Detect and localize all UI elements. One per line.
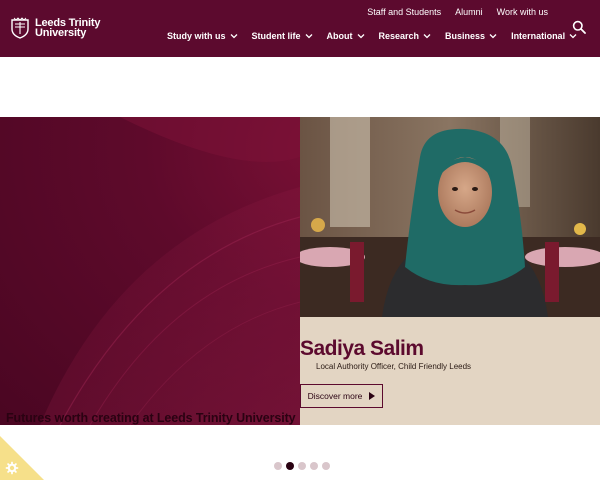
hero-banner: Futures worth creating at Leeds Trinity … — [0, 117, 600, 425]
carousel-dot[interactable] — [322, 462, 330, 470]
util-link-work-with-us[interactable]: Work with us — [497, 7, 548, 17]
carousel-dot[interactable] — [298, 462, 306, 470]
nav-item-label: Research — [378, 31, 420, 41]
site-logo[interactable]: Leeds Trinity University — [10, 17, 100, 39]
nav-item-about[interactable]: About — [327, 31, 365, 41]
hero-photo — [300, 117, 600, 317]
play-icon — [369, 392, 376, 400]
main-nav: Study with us Student life About Researc… — [167, 31, 577, 41]
carousel-dot[interactable] — [274, 462, 282, 470]
cookie-settings-button[interactable] — [0, 436, 44, 480]
carousel-pagination — [274, 462, 330, 470]
nav-item-international[interactable]: International — [511, 31, 577, 41]
chevron-down-icon — [357, 34, 364, 39]
chevron-down-icon — [423, 34, 431, 39]
site-header: Leeds Trinity University Staff and Stude… — [0, 0, 600, 57]
nav-item-study[interactable]: Study with us — [167, 31, 238, 41]
nav-item-label: International — [511, 31, 566, 41]
discover-more-button[interactable]: Discover more — [300, 384, 383, 408]
util-link-staff-students[interactable]: Staff and Students — [367, 7, 441, 17]
util-link-alumni[interactable]: Alumni — [455, 7, 483, 17]
nav-item-label: Student life — [251, 31, 301, 41]
person-role: Local Authority Officer, Child Friendly … — [316, 362, 472, 371]
nav-item-label: Study with us — [167, 31, 226, 41]
carousel-dot[interactable] — [310, 462, 318, 470]
nav-item-label: About — [326, 31, 353, 41]
hero-graphic-panel: Futures worth creating at Leeds Trinity … — [0, 117, 300, 425]
logo-wordmark: Leeds Trinity University — [35, 18, 100, 39]
nav-item-research[interactable]: Research — [379, 31, 432, 41]
decorative-swoosh — [40, 117, 300, 425]
chevron-down-icon — [305, 34, 312, 39]
hero-caption-panel: Sadiya Salim Local Authority Officer, Ch… — [300, 317, 600, 425]
hero-tagline: Futures worth creating at Leeds Trinity … — [6, 411, 296, 425]
chevron-down-icon — [489, 34, 497, 39]
discover-more-label: Discover more — [307, 391, 363, 401]
utility-nav: Staff and Students Alumni Work with us — [367, 7, 548, 17]
chevron-down-icon — [230, 34, 237, 39]
carousel-dot-active[interactable] — [286, 462, 294, 470]
portrait-image — [300, 117, 600, 317]
nav-item-label: Business — [445, 31, 486, 41]
nav-item-student-life[interactable]: Student life — [252, 31, 313, 41]
logo-line-2: University — [35, 27, 87, 39]
nav-item-business[interactable]: Business — [445, 31, 497, 41]
crest-icon — [11, 17, 29, 39]
person-name: Sadiya Salim — [300, 337, 424, 360]
search-icon[interactable] — [572, 20, 586, 34]
